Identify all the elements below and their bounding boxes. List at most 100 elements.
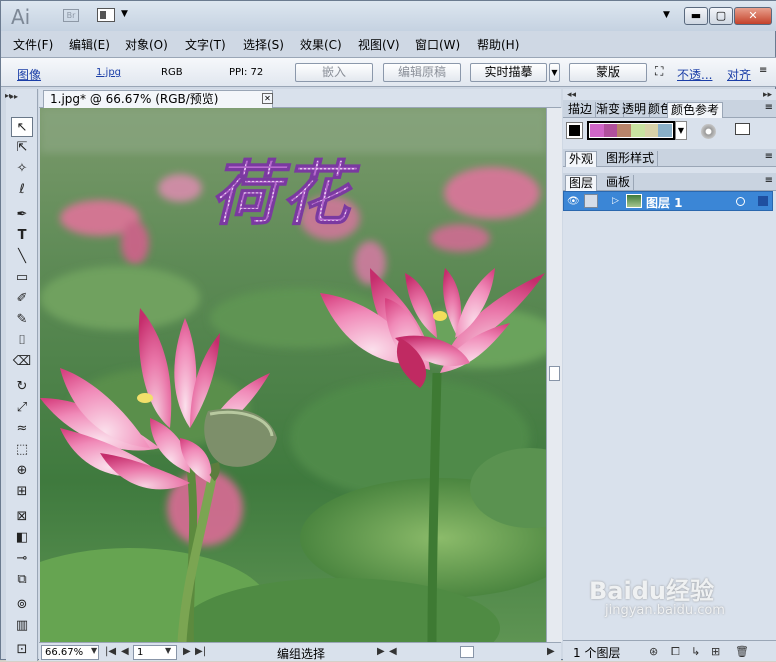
layer-row[interactable]: 👁 ▷ 图层 1	[563, 191, 773, 211]
control-bar-menu-icon[interactable]: ≡	[759, 65, 767, 76]
layer-name[interactable]: 图层 1	[646, 194, 683, 211]
save-color-group-icon[interactable]	[735, 123, 750, 135]
scroll-right-icon[interactable]: ▶	[547, 646, 555, 657]
selection-tool-icon[interactable]: ↖	[11, 117, 33, 137]
symbol-sprayer-tool-icon[interactable]: ⊚	[11, 595, 33, 615]
shape-builder-tool-icon[interactable]: ⊕	[11, 461, 33, 481]
image-type-link[interactable]: 图像	[17, 66, 41, 83]
menu-file[interactable]: 文件(F)	[13, 36, 53, 53]
column-graph-tool-icon[interactable]: ▥	[11, 616, 33, 636]
target-circle-icon[interactable]	[736, 197, 745, 206]
zoom-dropdown-icon[interactable]: ▼	[91, 646, 97, 655]
live-trace-button[interactable]: 实时描摹	[470, 63, 547, 82]
horizontal-scroll-thumb[interactable]	[460, 646, 474, 658]
panel-menu-icon[interactable]: ≡	[765, 151, 773, 162]
tab-stroke[interactable]: 描边	[565, 102, 597, 118]
close-tab-icon[interactable]: ✕	[262, 93, 273, 104]
pen-tool-icon[interactable]: ✒	[11, 205, 33, 225]
minimize-button[interactable]: ▬	[684, 7, 708, 25]
prev-artboard-icon[interactable]: ◀	[121, 646, 129, 657]
transform-icon[interactable]: ⛶	[655, 64, 663, 79]
artboard-canvas[interactable]: 荷花	[40, 108, 546, 642]
eraser-tool-icon[interactable]: ⌫	[11, 352, 33, 372]
scale-tool-icon[interactable]: ⤢	[11, 398, 33, 418]
harmony-swatch[interactable]	[603, 124, 618, 137]
current-color-swatch[interactable]	[566, 122, 583, 139]
line-tool-icon[interactable]: ╲	[11, 247, 33, 267]
embed-button[interactable]: 嵌入	[295, 63, 373, 82]
delete-layer-icon[interactable]: 🗑	[735, 645, 749, 658]
dock-expand-icon[interactable]: ▸▸	[763, 90, 772, 100]
first-artboard-icon[interactable]: |◀	[105, 646, 116, 657]
chevron-down-icon[interactable]: ▼	[121, 9, 128, 19]
expand-triangle-icon[interactable]: ▷	[612, 196, 619, 206]
pencil-tool-icon[interactable]: ✎	[11, 310, 33, 330]
mesh-tool-icon[interactable]: ⊠	[11, 507, 33, 527]
maximize-button[interactable]: ▢	[709, 7, 733, 25]
menu-window[interactable]: 窗口(W)	[415, 36, 460, 53]
align-link[interactable]: 对齐	[727, 66, 751, 83]
workspace-menu-arrow[interactable]: ▼	[663, 10, 670, 20]
free-transform-tool-icon[interactable]: ⬚	[11, 440, 33, 460]
menu-select[interactable]: 选择(S)	[243, 36, 284, 53]
tab-artboards[interactable]: 画板	[603, 175, 635, 191]
make-clipping-mask-icon[interactable]: ⧠	[671, 645, 680, 659]
new-sublayer-icon[interactable]: ↳	[691, 645, 700, 658]
tab-layers[interactable]: 图层	[565, 175, 598, 191]
panel-menu-icon[interactable]: ≡	[765, 175, 773, 186]
harmony-swatch[interactable]	[644, 124, 659, 137]
vertical-scrollbar[interactable]	[546, 108, 562, 642]
harmony-swatches[interactable]	[587, 121, 675, 140]
selection-indicator[interactable]	[758, 196, 768, 206]
blend-tool-icon[interactable]: ⧉	[11, 570, 33, 590]
vertical-scroll-thumb[interactable]	[549, 366, 560, 381]
file-name-link[interactable]: 1.jpg	[96, 67, 121, 78]
harmony-swatch[interactable]	[590, 124, 604, 137]
harmony-swatch[interactable]	[658, 124, 673, 137]
eyedropper-tool-icon[interactable]: ⊸	[11, 549, 33, 569]
artboard-dropdown-icon[interactable]: ▼	[165, 646, 171, 655]
panel-menu-icon[interactable]: ≡	[765, 102, 773, 113]
gradient-tool-icon[interactable]: ◧	[11, 528, 33, 548]
artboard-tool-icon[interactable]: ⊡	[11, 640, 33, 660]
tab-graphic-styles[interactable]: 图形样式	[603, 151, 659, 167]
visibility-eye-icon[interactable]: 👁	[567, 196, 580, 207]
dock-collapse-icon[interactable]: ◂◂	[567, 90, 576, 100]
harmony-swatch[interactable]	[617, 124, 632, 137]
lock-toggle[interactable]	[584, 194, 598, 208]
type-tool-icon[interactable]: T	[11, 226, 33, 246]
blob-brush-tool-icon[interactable]: ⌷	[11, 331, 33, 351]
magic-wand-tool-icon[interactable]: ✧	[11, 159, 33, 179]
perspective-grid-tool-icon[interactable]: ⊞	[11, 482, 33, 502]
tab-color-guide[interactable]: 颜色参考	[667, 102, 724, 118]
new-layer-icon[interactable]: ⊞	[711, 645, 720, 658]
mask-button[interactable]: 蒙版	[569, 63, 647, 82]
edit-original-button[interactable]: 编辑原稿	[383, 63, 461, 82]
lasso-tool-icon[interactable]: ℓ	[11, 180, 33, 200]
status-menu-icon[interactable]: ▶	[377, 646, 385, 657]
menu-edit[interactable]: 编辑(E)	[69, 36, 110, 53]
menu-view[interactable]: 视图(V)	[358, 36, 400, 53]
rotate-tool-icon[interactable]: ↻	[11, 377, 33, 397]
document-tab[interactable]: 1.jpg* @ 66.67% (RGB/预览) ✕	[43, 90, 273, 108]
tab-appearance[interactable]: 外观	[565, 151, 598, 167]
menu-effect[interactable]: 效果(C)	[300, 36, 342, 53]
warp-tool-icon[interactable]: ≈	[11, 419, 33, 439]
scroll-left-icon[interactable]: ◀	[389, 646, 397, 657]
menu-help[interactable]: 帮助(H)	[477, 36, 519, 53]
menu-type[interactable]: 文字(T)	[185, 36, 226, 53]
paintbrush-tool-icon[interactable]: ✐	[11, 289, 33, 309]
direct-selection-tool-icon[interactable]: ⇱	[11, 138, 33, 158]
color-wheel-icon[interactable]	[701, 124, 716, 139]
arrange-documents-button[interactable]	[97, 8, 115, 22]
harmony-swatch[interactable]	[631, 124, 645, 137]
rectangle-tool-icon[interactable]: ▭	[11, 268, 33, 288]
live-trace-options-dropdown[interactable]: ▼	[549, 63, 560, 82]
close-button[interactable]: ✕	[734, 7, 772, 25]
last-artboard-icon[interactable]: ▶|	[195, 646, 206, 657]
harmony-dropdown[interactable]: ▼	[675, 121, 687, 140]
menu-object[interactable]: 对象(O)	[125, 36, 168, 53]
next-artboard-icon[interactable]: ▶	[183, 646, 191, 657]
locate-object-icon[interactable]: ⊛	[649, 645, 658, 658]
bridge-button[interactable]: Br	[63, 9, 79, 22]
